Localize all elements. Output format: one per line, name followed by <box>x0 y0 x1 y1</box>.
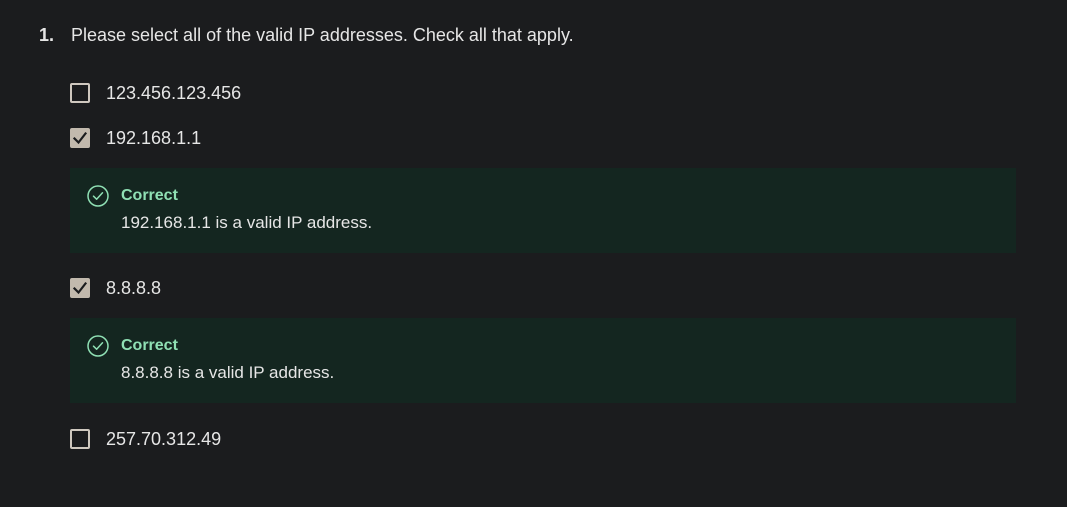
checkbox-unchecked[interactable] <box>70 83 90 103</box>
feedback-text: 8.8.8.8 is a valid IP address. <box>121 363 335 382</box>
checkbox-checked[interactable] <box>70 278 90 298</box>
feedback-title: Correct <box>121 337 178 354</box>
checkbox-checked[interactable] <box>70 128 90 148</box>
question-header: 1. Please select all of the valid IP add… <box>39 23 574 47</box>
option-192-168-1-1[interactable]: 192.168.1.1 <box>70 126 201 150</box>
option-label: 192.168.1.1 <box>106 127 202 148</box>
option-123-456-123-456[interactable]: 123.456.123.456 <box>70 81 241 105</box>
option-8-8-8-8[interactable]: 8.8.8.8 <box>70 276 161 300</box>
checkmark-icon <box>72 131 88 145</box>
option-label: 8.8.8.8 <box>106 277 162 298</box>
checkbox-unchecked[interactable] <box>70 429 90 449</box>
option-label: 257.70.312.49 <box>106 428 222 449</box>
check-circle-icon <box>87 185 109 207</box>
feedback-correct: Correct 192.168.1.1 is a valid IP addres… <box>70 168 1016 253</box>
question-number: 1. <box>39 24 55 45</box>
feedback-correct: Correct 8.8.8.8 is a valid IP address. <box>70 318 1016 403</box>
feedback-text: 192.168.1.1 is a valid IP address. <box>121 213 373 232</box>
option-257-70-312-49[interactable]: 257.70.312.49 <box>70 427 221 451</box>
question-text: Please select all of the valid IP addres… <box>71 24 574 45</box>
quiz-question: 1. Please select all of the valid IP add… <box>0 0 1067 507</box>
check-circle-icon <box>87 335 109 357</box>
option-label: 123.456.123.456 <box>106 82 242 103</box>
feedback-title: Correct <box>121 187 178 204</box>
checkmark-icon <box>72 281 88 295</box>
